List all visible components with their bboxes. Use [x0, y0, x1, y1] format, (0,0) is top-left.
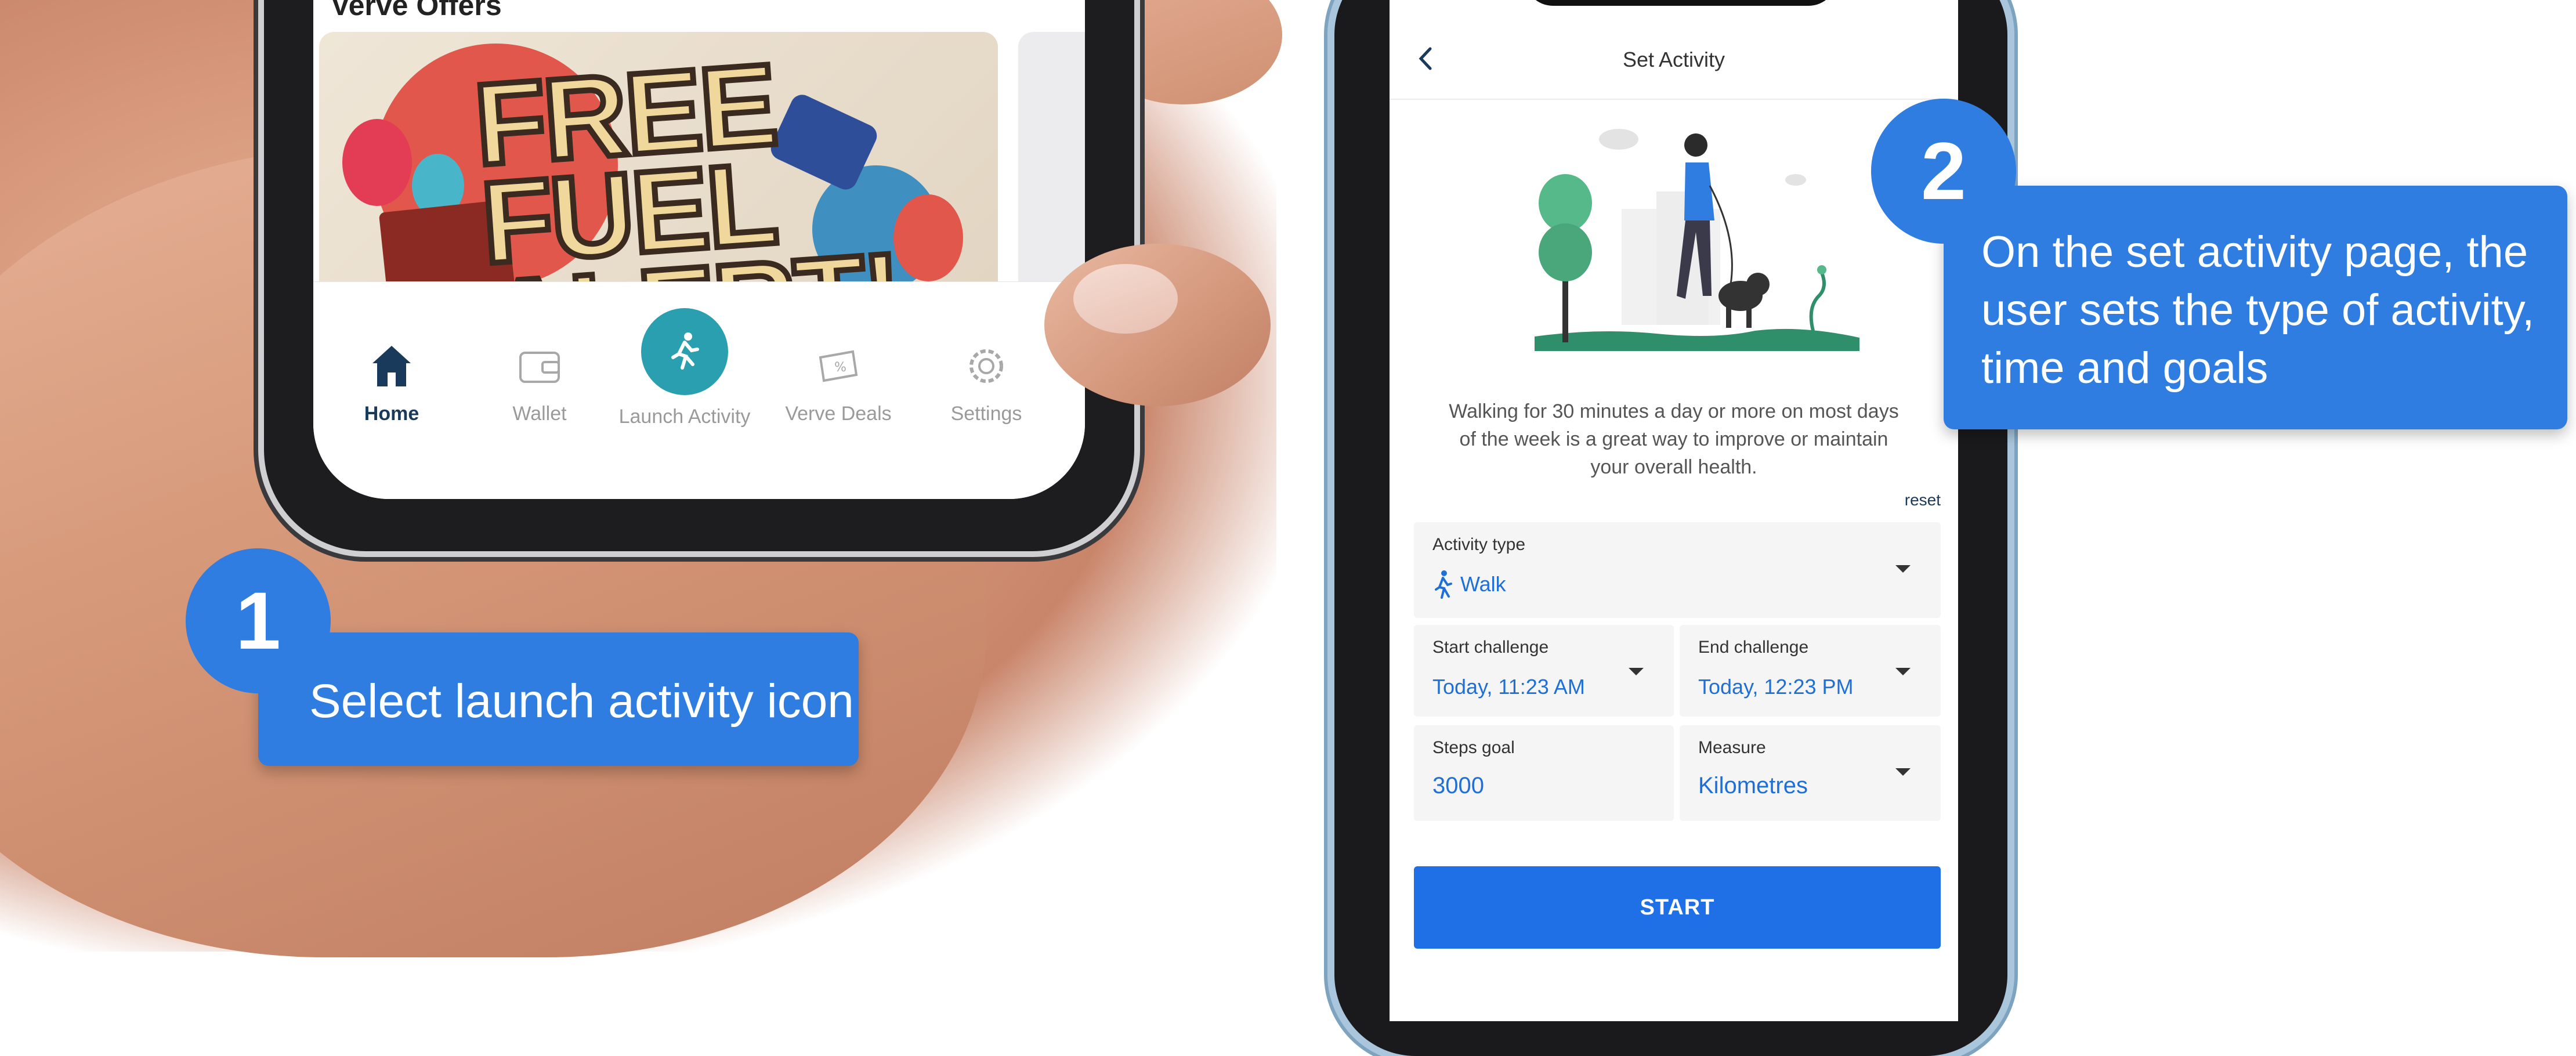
field-value: 3000: [1432, 773, 1484, 798]
offer-decoration: [342, 119, 412, 206]
start-button[interactable]: START: [1414, 866, 1941, 949]
step2-callout-text: On the set activity page, the user sets …: [1981, 227, 2535, 393]
step2-callout: On the set activity page, the user sets …: [1944, 186, 2567, 429]
field-label: Activity type: [1432, 535, 1526, 554]
chevron-down-icon: [1629, 668, 1644, 675]
page-title: Set Activity: [1622, 48, 1725, 71]
field-value: Kilometres: [1698, 773, 1808, 798]
step1-badge: 1: [186, 548, 331, 693]
offer-card-next[interactable]: [1018, 32, 1085, 299]
step1-callout-text: Select launch activity icon: [309, 675, 854, 728]
field-label: Steps goal: [1432, 738, 1515, 757]
tab-label: Verve Deals: [785, 403, 892, 425]
chevron-down-icon: [1895, 768, 1911, 776]
offer-headline: FREE FUEL ALERT!: [468, 37, 907, 299]
launch-activity-button[interactable]: [641, 308, 728, 395]
thumb-nail: [1073, 264, 1178, 334]
tab-launch-activity[interactable]: Launch Activity: [615, 308, 754, 428]
svg-text:%: %: [834, 360, 846, 375]
chevron-down-icon: [1895, 565, 1911, 573]
running-person-icon: [671, 332, 699, 370]
reset-link[interactable]: reset: [1905, 491, 1941, 509]
tab-label: Launch Activity: [618, 406, 751, 428]
step2-badge: 2: [1871, 99, 2016, 244]
field-value: Today, 11:23 AM: [1432, 675, 1585, 699]
tab-verve-deals[interactable]: % Verve Deals: [769, 340, 908, 425]
tab-label: Home: [364, 403, 419, 425]
section-title: Verve Offers: [331, 0, 502, 21]
step1-callout: Select launch activity icon: [258, 632, 859, 766]
home-icon: [372, 346, 411, 386]
tab-label: Settings: [950, 403, 1022, 425]
activity-type-dropdown[interactable]: Activity type Walk: [1414, 522, 1941, 618]
activity-description: Walking for 30 minutes a day or more on …: [1449, 400, 1899, 478]
app-header: Set Activity: [1390, 0, 1958, 100]
bottom-tab-bar: Home Wallet Launch Activity % Verve Deal…: [313, 281, 1085, 499]
chevron-down-icon: [1895, 668, 1911, 675]
phone-screen-home: Verve Offers FREE FUEL ALERT! Home Walle…: [313, 0, 1085, 499]
end-challenge-dropdown[interactable]: End challenge Today, 12:23 PM: [1680, 625, 1941, 717]
field-label: Start challenge: [1432, 638, 1549, 657]
tab-settings[interactable]: Settings: [917, 340, 1056, 425]
field-label: End challenge: [1698, 638, 1809, 657]
tab-home[interactable]: Home: [322, 340, 461, 425]
gear-icon: [969, 349, 1003, 383]
field-value: Walk: [1460, 572, 1506, 596]
walking-dog-illustration: [1535, 129, 1859, 351]
measure-dropdown[interactable]: Measure Kilometres: [1680, 725, 1941, 821]
offer-card-free-fuel[interactable]: FREE FUEL ALERT!: [319, 32, 998, 299]
steps-goal-field[interactable]: Steps goal 3000: [1414, 725, 1674, 821]
ticket-discount-icon: %: [819, 350, 858, 382]
walking-person-icon: [1435, 570, 1452, 599]
field-label: Measure: [1698, 738, 1766, 757]
tab-wallet[interactable]: Wallet: [470, 340, 609, 425]
tab-label: Wallet: [512, 403, 567, 425]
field-value: Today, 12:23 PM: [1698, 675, 1854, 699]
start-challenge-dropdown[interactable]: Start challenge Today, 11:23 AM: [1414, 625, 1674, 717]
wallet-icon: [519, 352, 560, 383]
